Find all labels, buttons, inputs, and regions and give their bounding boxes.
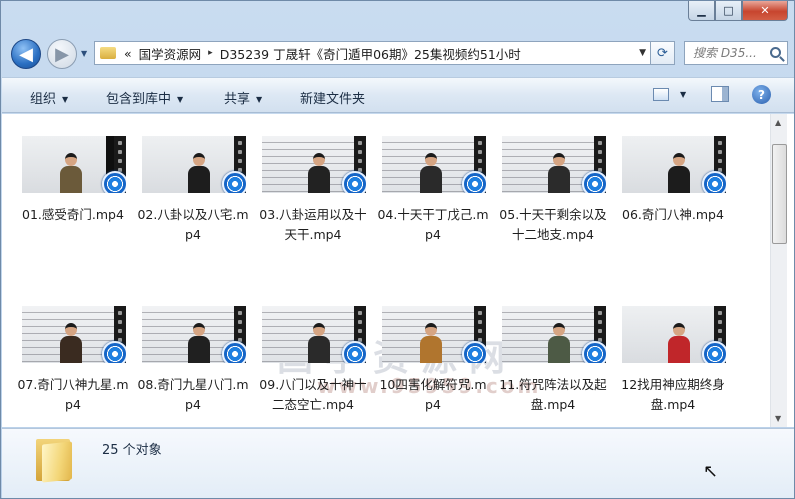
media-player-icon — [342, 341, 366, 363]
video-thumbnail — [22, 306, 126, 363]
file-name: 09.八门以及十神十二态空亡.mp4 — [259, 377, 367, 412]
organize-label: 组织 — [30, 92, 57, 107]
file-name: 10四害化解符咒.mp4 — [379, 377, 487, 412]
media-player-icon — [222, 341, 246, 363]
file-name: 06.奇门八神.mp4 — [622, 207, 724, 222]
video-thumbnail — [142, 136, 246, 193]
file-item[interactable]: 11.符咒阵法以及起盘.mp4 — [496, 306, 610, 415]
view-chevron-down-icon[interactable]: ▼ — [680, 90, 686, 99]
forward-button[interactable]: ▶ — [47, 39, 77, 69]
refresh-icon: ⟳ — [657, 45, 668, 61]
search-input[interactable] — [693, 46, 769, 60]
folder-icon — [100, 47, 116, 59]
media-player-icon — [222, 171, 246, 193]
media-player-icon — [462, 171, 486, 193]
file-name: 04.十天干丁戊己.mp4 — [377, 207, 489, 242]
video-thumbnail — [142, 306, 246, 363]
file-item[interactable]: 02.八卦以及八宅.mp4 — [136, 136, 250, 245]
file-name: 03.八卦运用以及十天干.mp4 — [259, 207, 367, 242]
explorer-window: ▁ □ ✕ ◀ ▶ ▼ « 国学资源网 ▸ D35239 丁晟轩《奇门遁甲06期… — [0, 0, 795, 499]
file-item[interactable]: 09.八门以及十神十二态空亡.mp4 — [256, 306, 370, 415]
video-thumbnail — [622, 136, 726, 193]
file-item[interactable]: 04.十天干丁戊己.mp4 — [376, 136, 490, 245]
close-button[interactable]: ✕ — [742, 1, 788, 21]
include-library-label: 包含到库中 — [106, 92, 172, 107]
media-player-icon — [102, 171, 126, 193]
file-list: 国学资源网 www.95959.com 01.感受奇门.mp402.八卦以及八宅… — [2, 114, 770, 427]
vertical-scrollbar[interactable]: ▲ ▼ — [770, 114, 787, 427]
video-thumbnail — [502, 306, 606, 363]
file-item[interactable]: 07.奇门八神九星.mp4 — [16, 306, 130, 415]
breadcrumb-separator-icon[interactable]: ▸ — [208, 48, 213, 58]
video-thumbnail — [382, 136, 486, 193]
address-bar[interactable]: « 国学资源网 ▸ D35239 丁晟轩《奇门遁甲06期》25集视频约51小时 … — [94, 41, 651, 65]
preview-pane-icon[interactable] — [711, 86, 729, 102]
video-thumbnail — [262, 136, 366, 193]
mouse-cursor-icon: ↖ — [703, 461, 719, 482]
file-item[interactable]: 10四害化解符咒.mp4 — [376, 306, 490, 415]
media-player-icon — [342, 171, 366, 193]
breadcrumb-item-root[interactable]: 国学资源网 — [139, 44, 202, 63]
recent-pages-chevron-icon[interactable]: ▼ — [81, 49, 87, 58]
file-name: 08.奇门九星八门.mp4 — [137, 377, 249, 412]
file-name: 11.符咒阵法以及起盘.mp4 — [499, 377, 607, 412]
breadcrumb: « 国学资源网 ▸ D35239 丁晟轩《奇门遁甲06期》25集视频约51小时 — [124, 44, 521, 63]
share-label: 共享 — [224, 92, 251, 107]
video-thumbnail — [262, 306, 366, 363]
breadcrumb-item-current[interactable]: D35239 丁晟轩《奇门遁甲06期》25集视频约51小时 — [220, 44, 521, 63]
file-item[interactable]: 05.十天干剩余以及十二地支.mp4 — [496, 136, 610, 245]
navigation-bar: ◀ ▶ ▼ « 国学资源网 ▸ D35239 丁晟轩《奇门遁甲06期》25集视频… — [1, 37, 794, 69]
minimize-button[interactable]: ▁ — [688, 1, 715, 21]
file-name: 05.十天干剩余以及十二地支.mp4 — [499, 207, 607, 242]
media-player-icon — [582, 171, 606, 193]
forward-arrow-icon: ▶ — [55, 43, 69, 65]
media-player-icon — [702, 171, 726, 193]
breadcrumb-overflow[interactable]: « — [124, 46, 132, 61]
chevron-down-icon: ▼ — [256, 95, 263, 104]
media-player-icon — [702, 341, 726, 363]
file-name: 01.感受奇门.mp4 — [22, 207, 124, 222]
video-thumbnail — [502, 136, 606, 193]
file-name: 07.奇门八神九星.mp4 — [17, 377, 129, 412]
file-item[interactable]: 06.奇门八神.mp4 — [616, 136, 730, 225]
item-count: 25 个对象 — [102, 443, 162, 458]
file-item[interactable]: 08.奇门九星八门.mp4 — [136, 306, 250, 415]
back-button[interactable]: ◀ — [11, 39, 41, 69]
help-icon[interactable]: ? — [752, 85, 771, 104]
details-pane: 25 个对象 ↖ — [2, 428, 794, 498]
file-item[interactable]: 01.感受奇门.mp4 — [16, 136, 130, 225]
media-player-icon — [102, 341, 126, 363]
video-thumbnail — [622, 306, 726, 363]
chevron-down-icon: ▼ — [62, 95, 69, 104]
scroll-down-icon[interactable]: ▼ — [775, 414, 781, 423]
scroll-thumb[interactable] — [772, 144, 787, 244]
new-folder-button[interactable]: 新建文件夹 — [300, 88, 365, 107]
scroll-up-icon[interactable]: ▲ — [775, 118, 781, 127]
search-box — [684, 41, 788, 65]
video-thumbnail — [382, 306, 486, 363]
maximize-button[interactable]: □ — [715, 1, 742, 21]
command-bar: 组织 ▼ 包含到库中 ▼ 共享 ▼ 新建文件夹 ▼ ? — [2, 77, 794, 113]
search-icon[interactable] — [770, 47, 781, 58]
video-thumbnail — [22, 136, 126, 193]
include-library-button[interactable]: 包含到库中 ▼ — [106, 88, 183, 107]
organize-button[interactable]: 组织 ▼ — [30, 88, 68, 107]
folder-icon — [36, 435, 72, 483]
back-arrow-icon: ◀ — [19, 43, 33, 65]
share-button[interactable]: 共享 ▼ — [224, 88, 262, 107]
file-name: 02.八卦以及八宅.mp4 — [137, 207, 249, 242]
view-options-icon[interactable] — [653, 88, 669, 101]
caption-buttons: ▁ □ ✕ — [688, 1, 788, 21]
chevron-down-icon: ▼ — [177, 95, 184, 104]
media-player-icon — [582, 341, 606, 363]
file-item[interactable]: 03.八卦运用以及十天干.mp4 — [256, 136, 370, 245]
address-dropdown-icon[interactable]: ▼ — [639, 48, 646, 58]
file-item[interactable]: 12找用神应期终身盘.mp4 — [616, 306, 730, 415]
media-player-icon — [462, 341, 486, 363]
file-name: 12找用神应期终身盘.mp4 — [621, 377, 725, 412]
refresh-button[interactable]: ⟳ — [651, 41, 675, 65]
